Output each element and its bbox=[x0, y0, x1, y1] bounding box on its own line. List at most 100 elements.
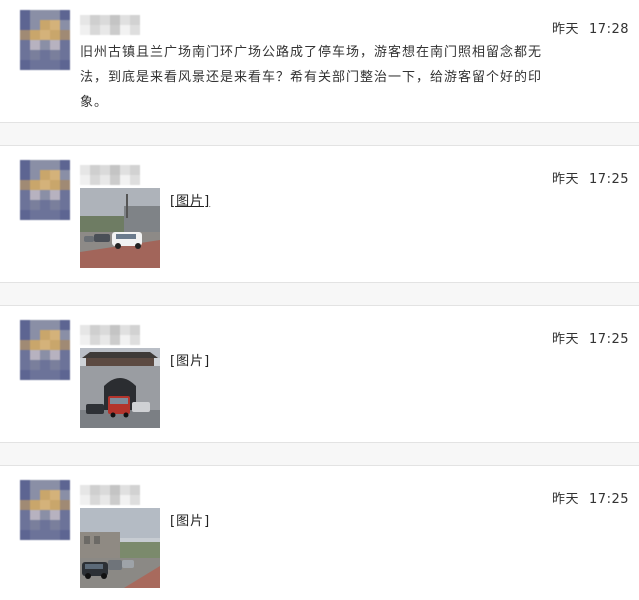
username-pixel bbox=[120, 15, 130, 25]
username-pixel bbox=[100, 15, 110, 25]
avatar-pixel bbox=[50, 10, 60, 20]
username-pixel bbox=[90, 165, 100, 175]
timestamp-day: 昨天 bbox=[552, 172, 580, 187]
username-pixel bbox=[80, 325, 90, 335]
timestamp-time: 17:28 bbox=[589, 22, 629, 37]
username-pixel bbox=[100, 325, 110, 335]
avatar-pixel bbox=[20, 50, 30, 60]
username-pixel bbox=[90, 485, 100, 495]
photo-thumbnail[interactable] bbox=[80, 348, 160, 428]
avatar-pixel bbox=[20, 360, 30, 370]
avatar-pixel bbox=[50, 170, 60, 180]
username-blurred[interactable] bbox=[80, 165, 140, 185]
avatar-pixel bbox=[30, 360, 40, 370]
avatar-pixel bbox=[20, 60, 30, 70]
separator bbox=[0, 442, 639, 466]
timestamp-day: 昨天 bbox=[552, 22, 580, 37]
avatar-pixel bbox=[50, 50, 60, 60]
avatar-pixel bbox=[30, 330, 40, 340]
avatar-pixel bbox=[50, 190, 60, 200]
avatar-pixel bbox=[60, 160, 70, 170]
avatar-pixel bbox=[40, 510, 50, 520]
avatar-pixel bbox=[40, 210, 50, 220]
avatar-pixel bbox=[40, 40, 50, 50]
username-pixel bbox=[130, 175, 140, 185]
avatar-pixel bbox=[40, 180, 50, 190]
avatar-pixel bbox=[20, 10, 30, 20]
avatar-pixel bbox=[50, 40, 60, 50]
username-pixel bbox=[110, 165, 120, 175]
avatar-pixel bbox=[20, 340, 30, 350]
avatar-pixel bbox=[50, 520, 60, 530]
username-pixel bbox=[80, 165, 90, 175]
avatar-pixel bbox=[40, 60, 50, 70]
username-blurred[interactable] bbox=[80, 485, 140, 505]
avatar-pixel bbox=[30, 20, 40, 30]
avatar-pixel bbox=[50, 210, 60, 220]
avatar-pixel bbox=[20, 180, 30, 190]
avatar-pixel bbox=[20, 200, 30, 210]
timestamp-time: 17:25 bbox=[589, 332, 629, 347]
avatar-pixel bbox=[30, 190, 40, 200]
photo-thumbnail[interactable] bbox=[80, 188, 160, 268]
avatar-pixel bbox=[50, 360, 60, 370]
username-pixel bbox=[100, 25, 110, 35]
username-pixel bbox=[110, 335, 120, 345]
username-pixel bbox=[130, 485, 140, 495]
avatar-pixel bbox=[20, 530, 30, 540]
avatar[interactable] bbox=[20, 160, 70, 220]
avatar-pixel bbox=[60, 170, 70, 180]
username-pixel bbox=[80, 485, 90, 495]
avatar-pixel bbox=[60, 10, 70, 20]
avatar-pixel bbox=[30, 530, 40, 540]
avatar-pixel bbox=[60, 490, 70, 500]
avatar-pixel bbox=[20, 30, 30, 40]
username-pixel bbox=[100, 495, 110, 505]
avatar-pixel bbox=[60, 330, 70, 340]
avatar-pixel bbox=[40, 20, 50, 30]
username-pixel bbox=[80, 25, 90, 35]
avatar-pixel bbox=[40, 160, 50, 170]
avatar-pixel bbox=[40, 520, 50, 530]
avatar[interactable] bbox=[20, 480, 70, 540]
username-pixel bbox=[120, 175, 130, 185]
username-pixel bbox=[120, 325, 130, 335]
separator bbox=[0, 122, 639, 146]
image-label[interactable]: [图片] bbox=[170, 510, 210, 529]
avatar-pixel bbox=[60, 530, 70, 540]
avatar-pixel bbox=[30, 210, 40, 220]
post-timestamp: 昨天 17:25 bbox=[552, 168, 629, 187]
username-pixel bbox=[120, 485, 130, 495]
avatar-pixel bbox=[30, 170, 40, 180]
avatar-pixel bbox=[20, 350, 30, 360]
avatar[interactable] bbox=[20, 320, 70, 380]
avatar-pixel bbox=[30, 350, 40, 360]
post-item: 昨天 17:28 旧州古镇且兰广场南门环广场公路成了停车场，游客想在南门照相留念都… bbox=[0, 10, 639, 120]
avatar-pixel bbox=[60, 60, 70, 70]
username-pixel bbox=[130, 335, 140, 345]
avatar-pixel bbox=[60, 340, 70, 350]
avatar-pixel bbox=[20, 160, 30, 170]
avatar-pixel bbox=[40, 370, 50, 380]
post-item: 昨天 17:25 [图片] bbox=[0, 480, 639, 600]
avatar-pixel bbox=[40, 480, 50, 490]
avatar-pixel bbox=[50, 530, 60, 540]
avatar-pixel bbox=[20, 500, 30, 510]
avatar-pixel bbox=[30, 370, 40, 380]
avatar[interactable] bbox=[20, 10, 70, 70]
image-label[interactable]: [图片] bbox=[170, 190, 210, 209]
username-pixel bbox=[120, 25, 130, 35]
avatar-pixel bbox=[40, 10, 50, 20]
username-blurred[interactable] bbox=[80, 15, 140, 35]
avatar-pixel bbox=[50, 60, 60, 70]
image-label[interactable]: [图片] bbox=[170, 350, 210, 369]
avatar-pixel bbox=[30, 30, 40, 40]
username-pixel bbox=[120, 165, 130, 175]
username-blurred[interactable] bbox=[80, 325, 140, 345]
username-pixel bbox=[130, 25, 140, 35]
photo-thumbnail[interactable] bbox=[80, 508, 160, 588]
timestamp-time: 17:25 bbox=[589, 492, 629, 507]
avatar-pixel bbox=[20, 370, 30, 380]
username-pixel bbox=[100, 165, 110, 175]
avatar-pixel bbox=[50, 500, 60, 510]
